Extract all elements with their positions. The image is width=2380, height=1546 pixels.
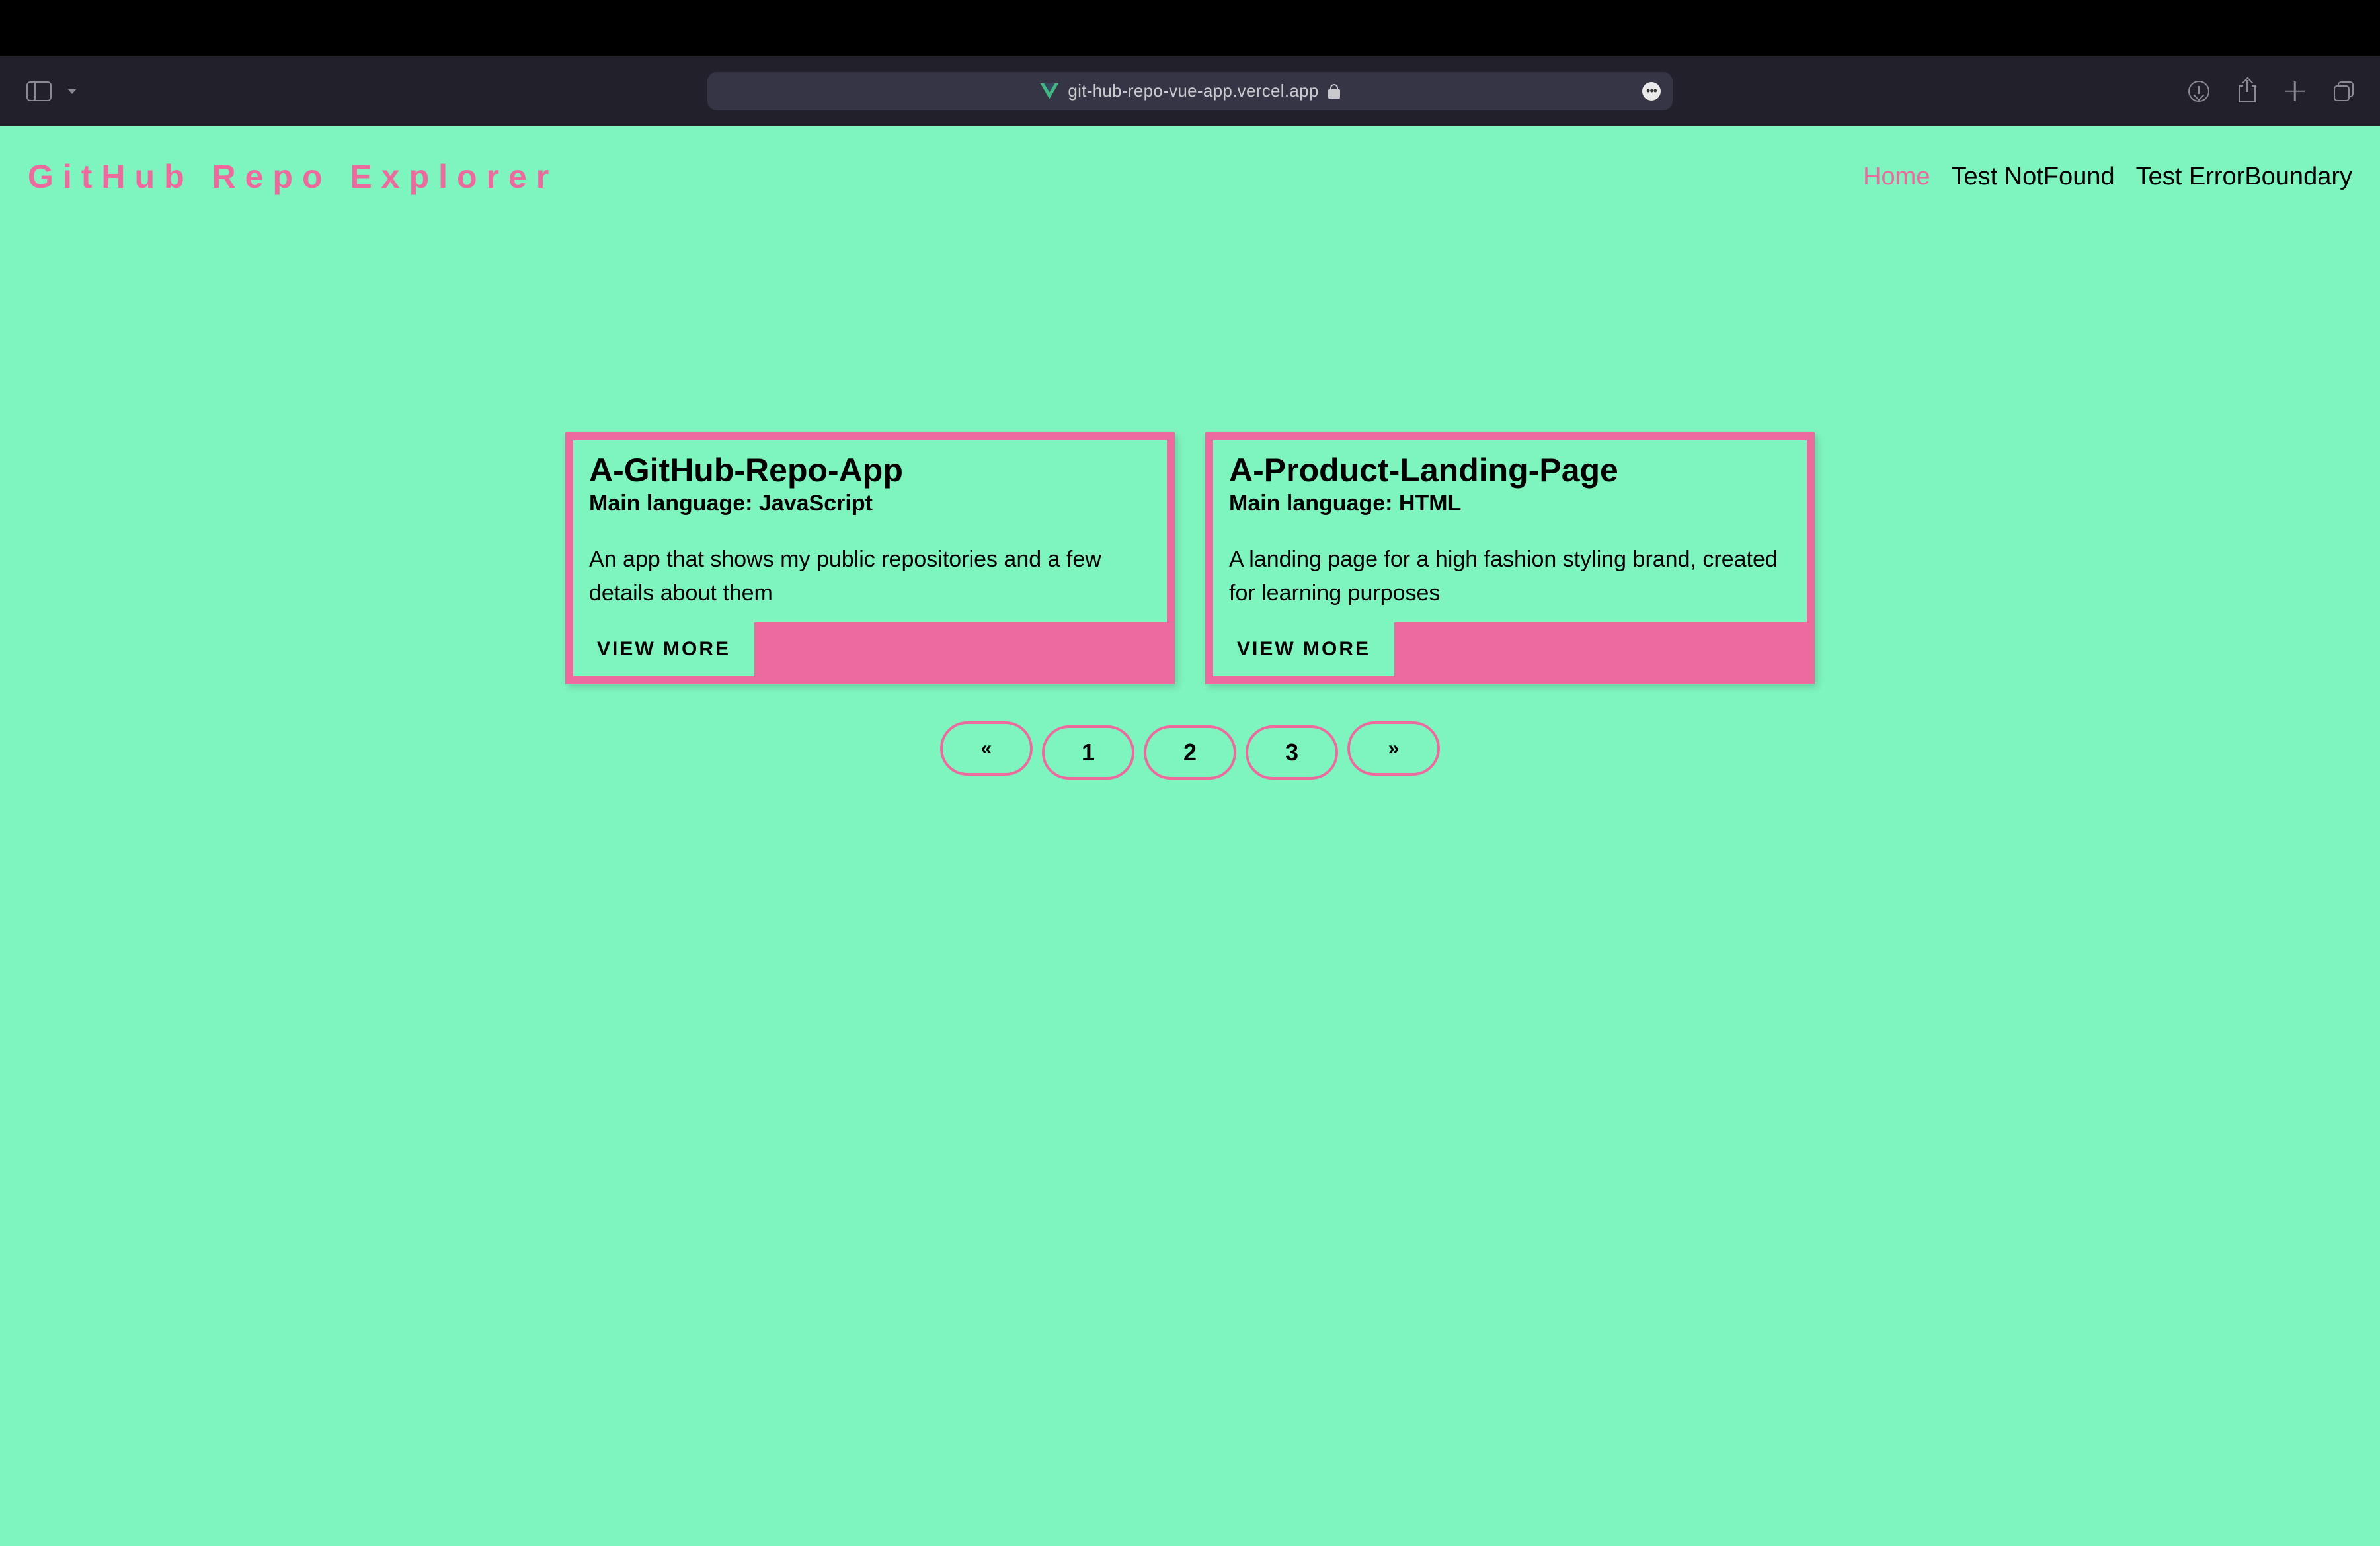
card-body: A-GitHub-Repo-App Main language: JavaScr… [573, 440, 1167, 622]
chrome-right-controls [2188, 80, 2354, 102]
card-body: A-Product-Landing-Page Main language: HT… [1213, 440, 1807, 622]
pagination: « 1 2 3 » [565, 725, 1815, 780]
address-bar[interactable]: git-hub-repo-vue-app.vercel.app ••• [707, 72, 1673, 110]
repo-language: Main language: JavaScript [589, 491, 1151, 516]
repo-description: An app that shows my public repositories… [589, 543, 1151, 610]
view-more-button[interactable]: VIEW MORE [1213, 622, 1394, 676]
nav-test-errorboundary[interactable]: Test ErrorBoundary [2136, 163, 2352, 191]
main-nav: Home Test NotFound Test ErrorBoundary [1863, 163, 2352, 191]
page-content: GitHub Repo Explorer Home Test NotFound … [0, 126, 2380, 1546]
chrome-left-controls [26, 81, 77, 101]
address-url: git-hub-repo-vue-app.vercel.app [1068, 81, 1318, 101]
chevron-down-icon[interactable] [67, 89, 77, 94]
sidebar-toggle-icon[interactable] [26, 81, 52, 101]
tabs-icon[interactable] [2334, 81, 2354, 101]
repo-title: A-Product-Landing-Page [1229, 451, 1791, 489]
repo-card: A-Product-Landing-Page Main language: HT… [1205, 432, 1815, 684]
nav-home[interactable]: Home [1863, 163, 1930, 191]
lock-icon [1328, 84, 1340, 99]
pagination-page-3[interactable]: 3 [1246, 725, 1338, 780]
card-footer: VIEW MORE [1213, 622, 1807, 676]
more-icon[interactable]: ••• [1642, 82, 1661, 101]
repo-description: A landing page for a high fashion stylin… [1229, 543, 1791, 610]
card-footer: VIEW MORE [573, 622, 1167, 676]
app-header: GitHub Repo Explorer Home Test NotFound … [0, 126, 2380, 227]
pagination-page-2[interactable]: 2 [1144, 725, 1236, 780]
window-top-bar [0, 0, 2380, 56]
app-logo[interactable]: GitHub Repo Explorer [28, 157, 558, 196]
repo-card: A-GitHub-Repo-App Main language: JavaScr… [565, 432, 1175, 684]
pagination-page-1[interactable]: 1 [1042, 725, 1134, 780]
nav-test-notfound[interactable]: Test NotFound [1951, 163, 2114, 191]
downloads-icon[interactable] [2188, 81, 2209, 102]
main-content: A-GitHub-Repo-App Main language: JavaScr… [0, 227, 2380, 780]
vue-icon [1040, 83, 1058, 99]
pagination-prev-button[interactable]: « [940, 721, 1033, 776]
browser-chrome: git-hub-repo-vue-app.vercel.app ••• [0, 56, 2380, 126]
repo-cards: A-GitHub-Repo-App Main language: JavaScr… [565, 432, 1815, 684]
share-icon[interactable] [2239, 80, 2256, 102]
pagination-next-button[interactable]: » [1347, 721, 1440, 776]
repo-title: A-GitHub-Repo-App [589, 451, 1151, 489]
repo-language: Main language: HTML [1229, 491, 1791, 516]
new-tab-icon[interactable] [2285, 81, 2305, 101]
view-more-button[interactable]: VIEW MORE [573, 622, 754, 676]
